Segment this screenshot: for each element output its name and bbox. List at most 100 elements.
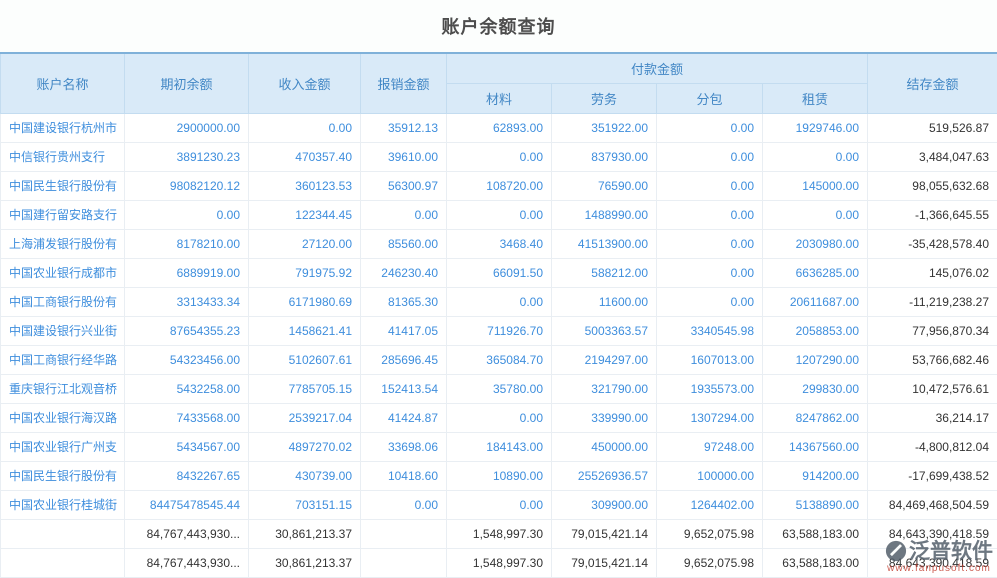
cell-opening-balance: 84475478545.44	[125, 490, 249, 519]
cell-account-name: 中信银行贵州支行	[1, 142, 125, 171]
cell-payment-subcontract: 0.00	[657, 258, 763, 287]
cell-closing-balance: 145,076.02	[868, 258, 997, 287]
cell-reimburse-amount: 0.00	[361, 490, 447, 519]
table-row: 中国农业银行桂城街84475478545.44703151.150.000.00…	[1, 490, 997, 519]
cell-payment-lease: 299830.00	[763, 374, 868, 403]
cell-payment-subcontract: 100000.00	[657, 461, 763, 490]
cell-payment-lease: 2058853.00	[763, 316, 868, 345]
cell-opening-balance: 84,767,443,930...	[125, 548, 249, 577]
table-body: 中国建设银行杭州市2900000.000.0035912.1362893.003…	[1, 113, 997, 519]
cell-opening-balance: 54323456.00	[125, 345, 249, 374]
cell-closing-balance: -11,219,238.27	[868, 287, 997, 316]
table-row: 中国建设银行兴业街87654355.231458621.4141417.0571…	[1, 316, 997, 345]
cell-income-amount: 30,861,213.37	[249, 519, 361, 548]
cell-payment-labor: 339990.00	[552, 403, 657, 432]
cell-income-amount: 430739.00	[249, 461, 361, 490]
cell-income-amount: 6171980.69	[249, 287, 361, 316]
cell-payment-labor: 837930.00	[552, 142, 657, 171]
cell-account-name: 中国民生银行股份有	[1, 461, 125, 490]
cell-payment-material: 3468.40	[447, 229, 552, 258]
cell-opening-balance: 2900000.00	[125, 113, 249, 142]
cell-payment-subcontract: 0.00	[657, 171, 763, 200]
cell-payment-lease: 20611687.00	[763, 287, 868, 316]
cell-payment-subcontract: 3340545.98	[657, 316, 763, 345]
cell-payment-subcontract: 0.00	[657, 200, 763, 229]
cell-reimburse-amount: 152413.54	[361, 374, 447, 403]
cell-payment-lease: 145000.00	[763, 171, 868, 200]
cell-reimburse-amount: 41417.05	[361, 316, 447, 345]
cell-reimburse-amount	[361, 548, 447, 577]
cell-closing-balance: 84,469,468,504.59	[868, 490, 997, 519]
col-header-closing-balance: 结存金额	[868, 53, 997, 113]
cell-payment-labor: 11600.00	[552, 287, 657, 316]
cell-opening-balance: 8178210.00	[125, 229, 249, 258]
cell-reimburse-amount: 39610.00	[361, 142, 447, 171]
cell-payment-material: 184143.00	[447, 432, 552, 461]
cell-account-name: 上海浦发银行股份有	[1, 229, 125, 258]
cell-income-amount: 0.00	[249, 113, 361, 142]
cell-reimburse-amount: 35912.13	[361, 113, 447, 142]
table-row: 中国工商银行经华路54323456.005102607.61285696.453…	[1, 345, 997, 374]
cell-payment-material: 35780.00	[447, 374, 552, 403]
cell-income-amount: 4897270.02	[249, 432, 361, 461]
table-row: 中国建行留安路支行0.00122344.450.000.001488990.00…	[1, 200, 997, 229]
cell-income-amount: 5102607.61	[249, 345, 361, 374]
cell-closing-balance: 36,214.17	[868, 403, 997, 432]
cell-payment-labor: 79,015,421.14	[552, 519, 657, 548]
cell-reimburse-amount: 85560.00	[361, 229, 447, 258]
col-header-payment-lease: 租赁	[763, 83, 868, 113]
cell-payment-subcontract: 1307294.00	[657, 403, 763, 432]
cell-account-name: 中国建设银行兴业街	[1, 316, 125, 345]
cell-closing-balance: 84,643,390,418.59	[868, 519, 997, 548]
cell-closing-balance: -35,428,578.40	[868, 229, 997, 258]
cell-payment-labor: 41513900.00	[552, 229, 657, 258]
col-header-payment-group: 付款金额	[447, 53, 868, 83]
cell-payment-labor: 79,015,421.14	[552, 548, 657, 577]
col-header-account-name: 账户名称	[1, 53, 125, 113]
cell-closing-balance: 98,055,632.68	[868, 171, 997, 200]
cell-reimburse-amount: 33698.06	[361, 432, 447, 461]
page-title: 账户余额查询	[0, 0, 997, 52]
cell-payment-lease: 5138890.00	[763, 490, 868, 519]
cell-payment-material: 108720.00	[447, 171, 552, 200]
cell-income-amount: 7785705.15	[249, 374, 361, 403]
col-header-payment-subcontract: 分包	[657, 83, 763, 113]
cell-income-amount: 122344.45	[249, 200, 361, 229]
cell-opening-balance: 0.00	[125, 200, 249, 229]
cell-payment-lease: 63,588,183.00	[763, 548, 868, 577]
cell-payment-lease: 63,588,183.00	[763, 519, 868, 548]
table-row: 中国民生银行股份有8432267.65430739.0010418.601089…	[1, 461, 997, 490]
cell-income-amount: 791975.92	[249, 258, 361, 287]
cell-payment-subcontract: 0.00	[657, 287, 763, 316]
cell-opening-balance: 5434567.00	[125, 432, 249, 461]
cell-payment-lease: 1207290.00	[763, 345, 868, 374]
cell-account-name: 中国农业银行桂城街	[1, 490, 125, 519]
cell-income-amount: 360123.53	[249, 171, 361, 200]
cell-payment-material: 0.00	[447, 142, 552, 171]
cell-income-amount: 30,861,213.37	[249, 548, 361, 577]
cell-reimburse-amount: 246230.40	[361, 258, 447, 287]
col-header-opening-balance: 期初余额	[125, 53, 249, 113]
table-row: 中国农业银行海汉路7433568.002539217.0441424.870.0…	[1, 403, 997, 432]
cell-reimburse-amount: 285696.45	[361, 345, 447, 374]
cell-closing-balance: -1,366,645.55	[868, 200, 997, 229]
cell-payment-lease: 8247862.00	[763, 403, 868, 432]
cell-payment-labor: 588212.00	[552, 258, 657, 287]
cell-payment-subcontract: 0.00	[657, 229, 763, 258]
cell-opening-balance: 5432258.00	[125, 374, 249, 403]
col-header-payment-labor: 劳务	[552, 83, 657, 113]
cell-opening-balance: 87654355.23	[125, 316, 249, 345]
cell-payment-material: 0.00	[447, 403, 552, 432]
col-header-payment-material: 材料	[447, 83, 552, 113]
cell-payment-material: 365084.70	[447, 345, 552, 374]
cell-payment-labor: 2194297.00	[552, 345, 657, 374]
summary-row: 84,767,443,930...30,861,213.37 1,548,997.…	[1, 548, 997, 577]
cell-payment-lease: 0.00	[763, 142, 868, 171]
cell-payment-material: 0.00	[447, 490, 552, 519]
cell-payment-subcontract: 1607013.00	[657, 345, 763, 374]
cell-opening-balance: 84,767,443,930...	[125, 519, 249, 548]
cell-closing-balance: 3,484,047.63	[868, 142, 997, 171]
cell-payment-material: 1,548,997.30	[447, 548, 552, 577]
cell-income-amount: 2539217.04	[249, 403, 361, 432]
cell-payment-subcontract: 97248.00	[657, 432, 763, 461]
